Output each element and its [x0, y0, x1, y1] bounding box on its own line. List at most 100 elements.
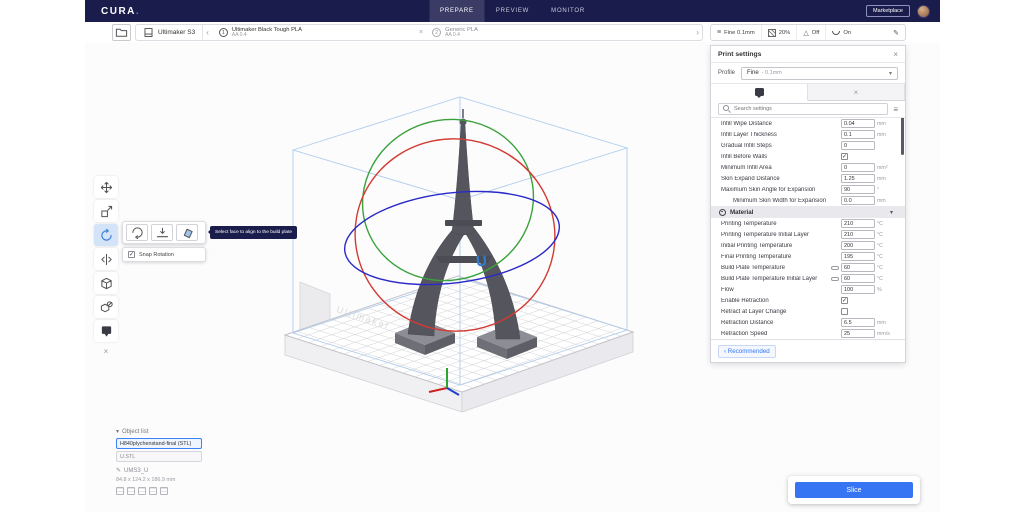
link-icon [831, 266, 839, 270]
snap-rotation-row[interactable]: ✓ Snap Rotation [122, 247, 206, 262]
setting-row: Enable Retraction✓ [711, 295, 905, 306]
nozzle-icon[interactable] [127, 487, 135, 495]
printer-config-bar: Ultimaker S3 ‹ 1 Ultimaker Black Tough P… [135, 24, 703, 41]
build-plate [285, 276, 633, 392]
stage-tabs: PREPAREPREVIEWMONITOR [429, 0, 596, 22]
setting-row: Build Plate Temperature Initial Layer60°… [711, 273, 905, 284]
setting-value-input[interactable]: 25 [841, 329, 875, 338]
setting-checkbox[interactable]: ✓ [841, 297, 848, 304]
layers-icon: ≡ [717, 29, 721, 36]
search-settings-box[interactable] [718, 103, 888, 115]
scrollbar[interactable] [901, 118, 904, 155]
setting-row: Initial Printing Temperature200°C [711, 240, 905, 251]
mirror-tool[interactable] [94, 248, 118, 270]
rotate-tool[interactable] [94, 224, 118, 246]
chevron-down-icon: ▾ [116, 428, 119, 435]
print-settings-panel: Print settings × Profile Fine - 0.1mm ▾ … [710, 45, 906, 363]
tab-prepare[interactable]: PREPARE [429, 0, 485, 22]
setting-value-input[interactable]: 0.1 [841, 130, 875, 139]
extruder-1-selector[interactable]: 1 Ultimaker Black Tough PLA AA 0.4 [212, 25, 309, 40]
model-dimensions: 84.8 x 124.2 x 186.9 mm [116, 477, 216, 483]
setting-row: Gradual Infill Steps0 [711, 140, 905, 151]
setting-value-input[interactable]: 1.25 [841, 174, 875, 183]
setting-value-input[interactable]: 0 [841, 163, 875, 172]
panel-close-icon[interactable]: × [893, 50, 898, 59]
snap-rotation-checkbox[interactable]: ✓ [128, 251, 135, 258]
printer-icon [143, 27, 154, 38]
open-file-button[interactable] [112, 24, 131, 41]
marketplace-button[interactable]: Marketplace [866, 5, 910, 17]
setting-value-input[interactable]: 210 [841, 230, 875, 239]
setting-value-input[interactable]: 0.04 [841, 119, 875, 128]
select-face-icon [181, 226, 194, 239]
search-icon [723, 105, 731, 113]
object-list-toggle[interactable]: ▾ Object list [116, 428, 216, 435]
toolbar-close-icon[interactable]: × [94, 344, 118, 358]
setting-value-input[interactable]: 90 [841, 185, 875, 194]
edit-settings-icon[interactable]: ✎ [887, 29, 905, 37]
search-settings-input[interactable] [734, 106, 883, 112]
reset-rotation-icon [131, 226, 144, 239]
object-list-item[interactable]: U.STL [116, 451, 202, 462]
setting-value-input[interactable]: 200 [841, 241, 875, 250]
profile-label: Profile [718, 70, 735, 76]
support-icon: △ [803, 29, 808, 37]
link-icon [831, 277, 839, 281]
setting-value-input[interactable]: 210 [841, 219, 875, 228]
per-model-settings-tool[interactable] [94, 272, 118, 294]
reset-rotation-button[interactable] [126, 224, 148, 241]
print-settings-summary[interactable]: ≡ Fine 0.1mm 20% △ Off On ✎ [710, 24, 906, 41]
scale-tool[interactable] [94, 200, 118, 222]
move-tool[interactable] [94, 176, 118, 198]
cost-icon[interactable] [160, 487, 168, 495]
extruder-badge-icon [100, 325, 113, 338]
object-list-item[interactable]: H840plychenstand-final (STL) [116, 438, 202, 449]
setting-row: Retraction Distance6.5mm [711, 317, 905, 328]
setting-value-input[interactable]: 0 [841, 141, 875, 150]
x-icon: × [854, 88, 859, 97]
rotate-tool-icon [100, 229, 113, 242]
extruder-2-selector[interactable]: 2 Generic PLA AA 0.4 [425, 25, 485, 40]
setting-value-input[interactable]: 60 [841, 263, 875, 272]
setting-row: Final Printing Temperature195°C [711, 251, 905, 262]
printer-icon[interactable] [116, 487, 124, 495]
extruder-tab-1[interactable] [711, 84, 808, 101]
setting-value-input[interactable]: 0.0 [841, 196, 875, 205]
time-icon[interactable] [149, 487, 157, 495]
setting-value-input[interactable]: 60 [841, 274, 875, 283]
settings-category[interactable]: Material▾ [711, 206, 905, 218]
object-list-footer-icons [116, 487, 216, 495]
setting-checkbox[interactable]: ✓ [841, 153, 848, 160]
scroll-left-chevron[interactable]: ‹ [203, 28, 212, 37]
tab-preview[interactable]: PREVIEW [485, 0, 540, 22]
setting-row: Maximum Skin Angle for Expansion90° [711, 184, 905, 195]
setting-value-input[interactable]: 100 [841, 285, 875, 294]
lay-flat-button[interactable] [151, 224, 173, 241]
material-icon[interactable] [138, 487, 146, 495]
setting-checkbox[interactable] [841, 308, 848, 315]
setting-row: Printing Temperature210°C [711, 218, 905, 229]
select-face-button[interactable] [176, 224, 198, 241]
settings-filter-icon[interactable]: ≡ [893, 105, 898, 114]
account-avatar[interactable] [917, 5, 930, 18]
extruder-tab-2[interactable]: × [808, 84, 905, 100]
slice-button[interactable]: Slice [795, 482, 913, 498]
pencil-icon[interactable]: ✎ [116, 467, 121, 474]
tool-toolbar [94, 176, 118, 342]
scroll-right-chevron[interactable]: › [693, 28, 702, 37]
recommended-link[interactable]: ‹ Recommended [718, 345, 776, 358]
settings-list: Infill Wipe Distance0.04mmInfill Layer T… [711, 118, 905, 339]
extruder-1-icon: 1 [219, 28, 228, 37]
profile-summary: ≡ Fine 0.1mm [711, 25, 762, 40]
chevron-icon: ▾ [890, 209, 893, 216]
object-list-panel: ▾ Object list H840plychenstand-final (ST… [116, 428, 216, 495]
extruder-warning-x-icon: × [417, 29, 425, 36]
profile-dropdown[interactable]: Fine - 0.1mm ▾ [741, 67, 898, 80]
printer-selector[interactable]: Ultimaker S3 [136, 25, 203, 40]
setting-value-input[interactable]: 195 [841, 252, 875, 261]
setting-row: Infill Wipe Distance0.04mm [711, 118, 905, 129]
tab-monitor[interactable]: MONITOR [540, 0, 596, 22]
setting-value-input[interactable]: 6.5 [841, 318, 875, 327]
support-blocker-tool[interactable] [94, 296, 118, 318]
extruder-badge[interactable] [94, 320, 118, 342]
